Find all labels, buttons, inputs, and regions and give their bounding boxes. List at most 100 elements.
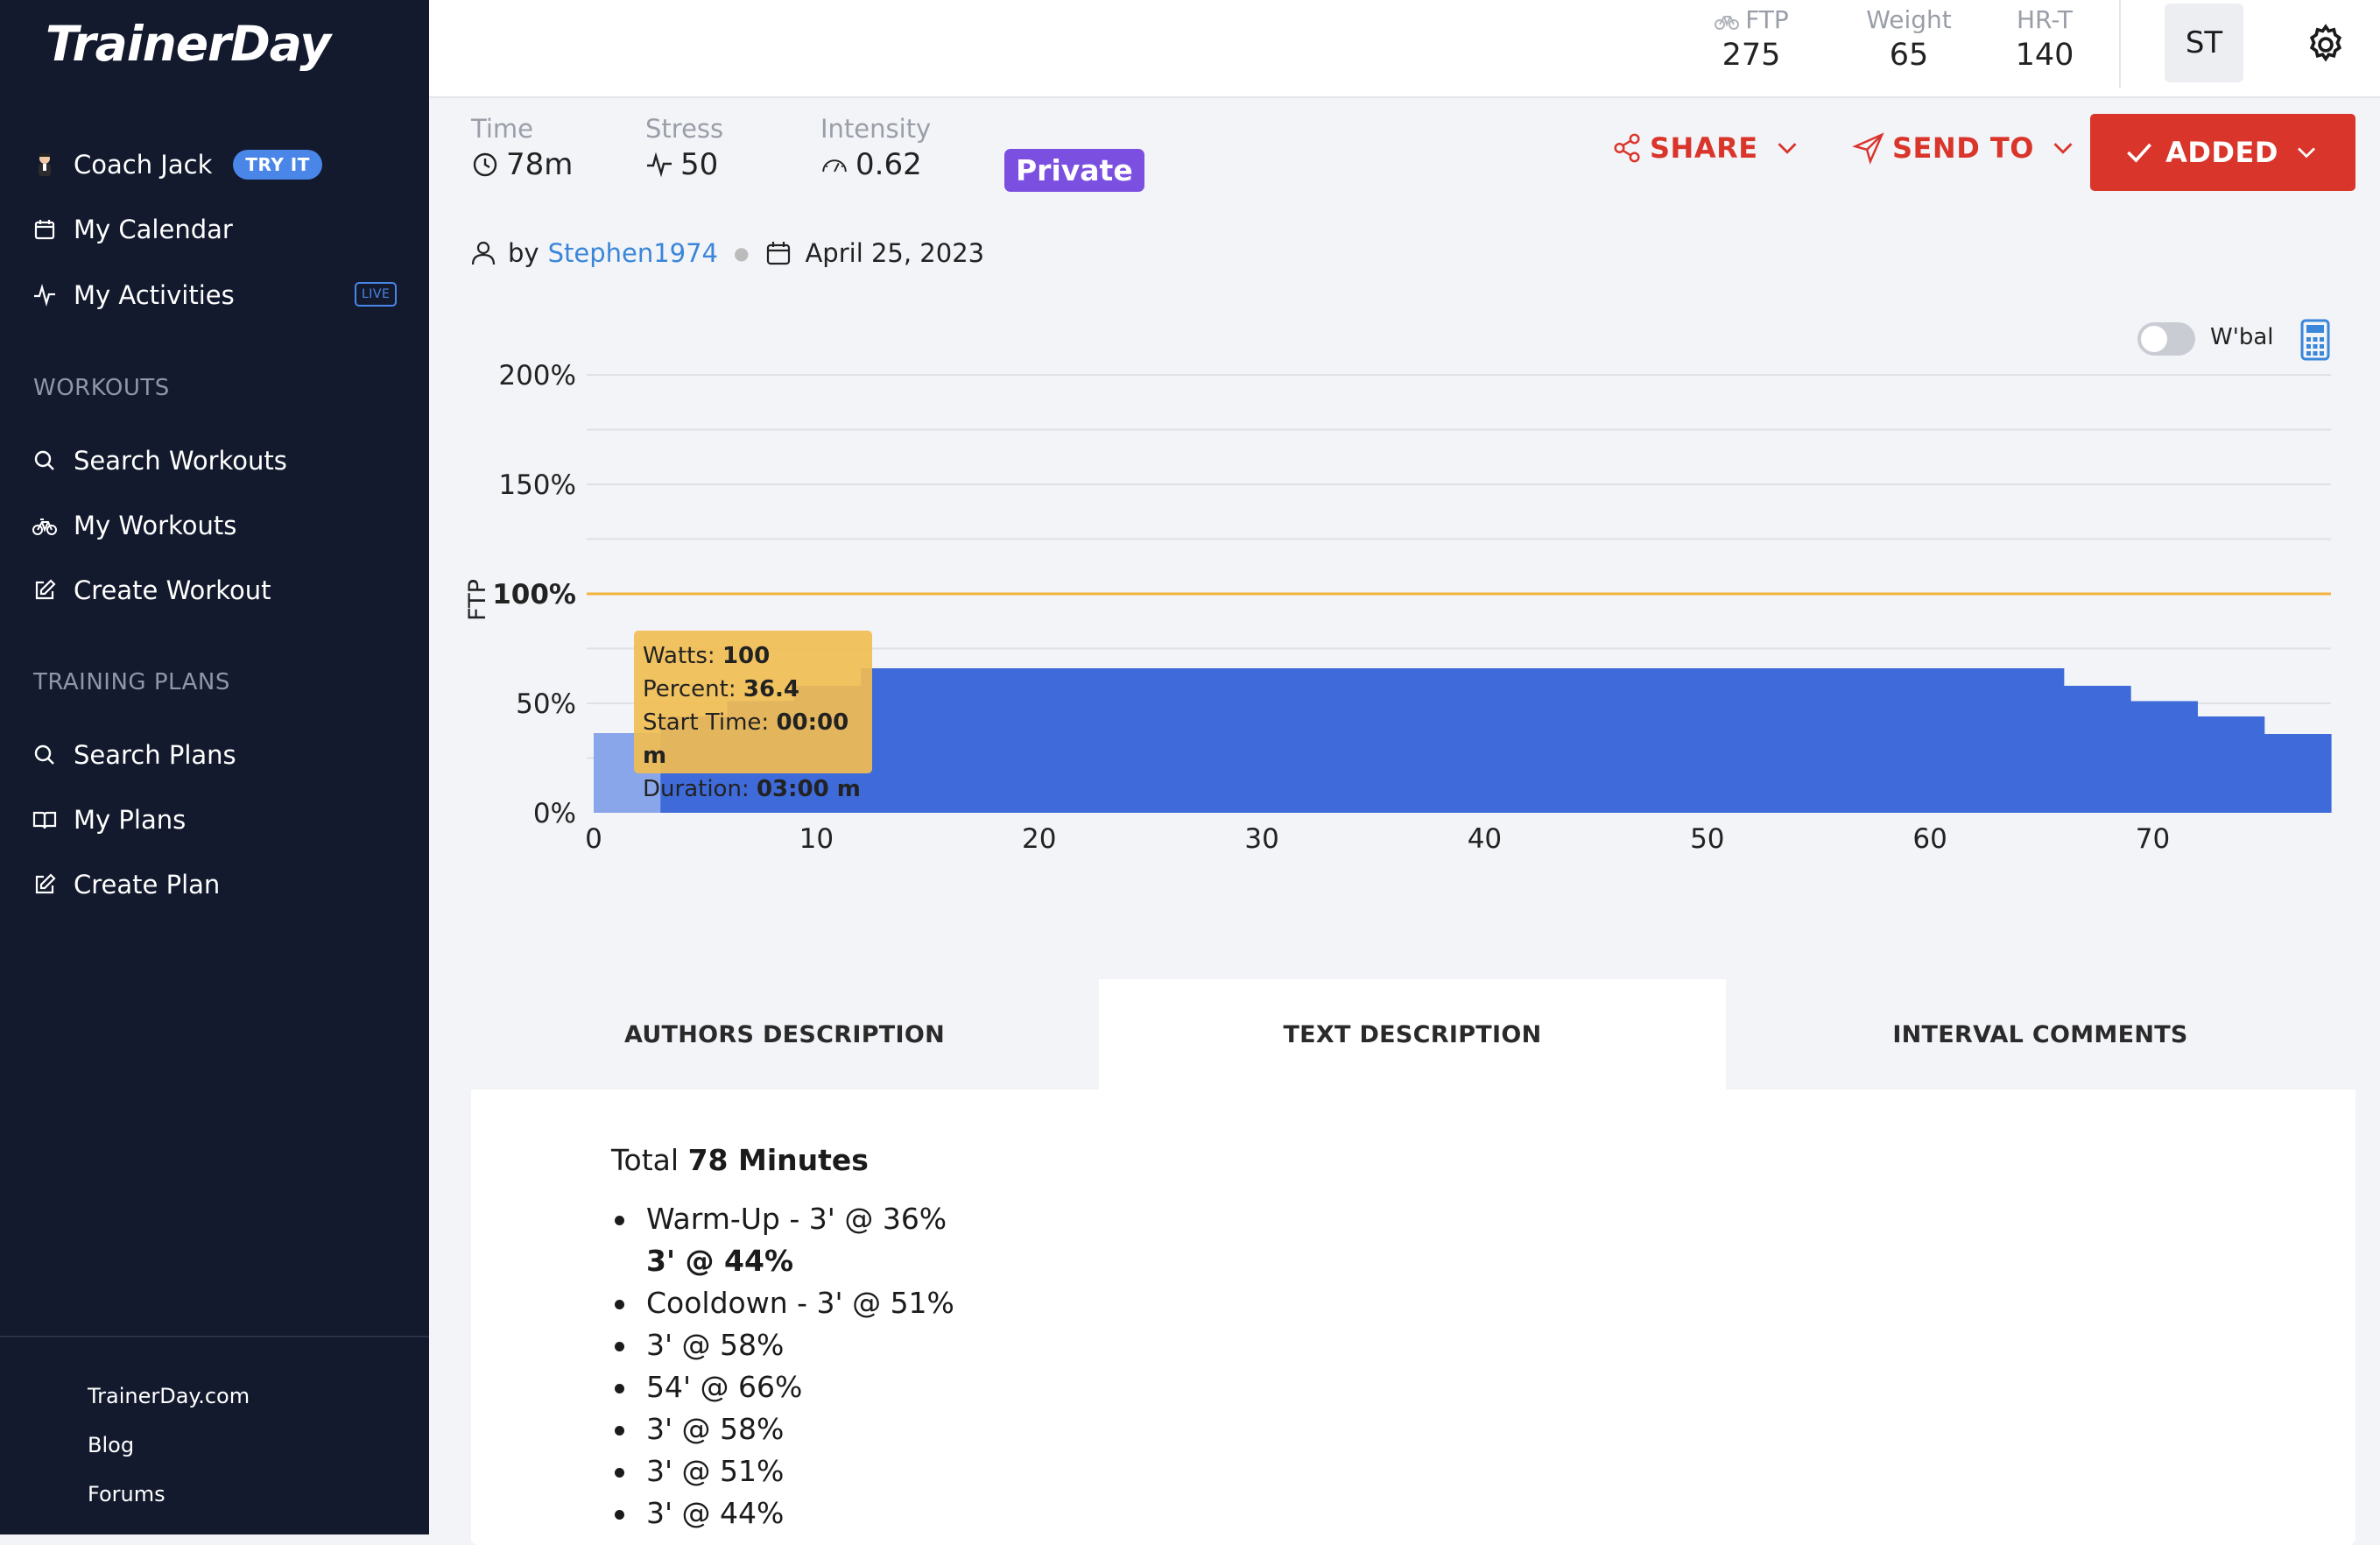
sidebar-item-search-plans[interactable]: Search Plans [32,734,236,776]
weight-value: 65 [1889,38,1929,73]
interval-list-item: 3' @ 58% [611,1324,954,1366]
tooltip-watts-value: 100 [722,643,771,669]
tooltip-duration-row: Duration: 03:00 m [643,772,863,806]
share-icon [1614,133,1640,163]
workout-date: April 25, 2023 [805,238,985,268]
bike-icon [32,519,57,535]
chevron-down-icon [1778,143,1797,154]
sidebar-item-label: Search Workouts [74,446,287,476]
footer-link-forums[interactable]: Forums [88,1482,165,1506]
weight-label: Weight [1866,5,1952,34]
interval-list-item: 54' @ 66% [611,1366,954,1408]
send-to-button[interactable]: SEND TO [1852,131,2080,165]
chart-tooltip: Watts: 100 Percent: 36.4 Start Time: 00:… [634,631,872,802]
intensity-label: Intensity [820,114,932,144]
tooltip-duration-label: Duration: [643,776,750,802]
search-icon [34,450,54,470]
x-tick-label: 20 [1022,823,1056,855]
x-tick-label: 30 [1244,823,1278,855]
user-icon [471,241,496,265]
gear-icon[interactable] [2303,22,2348,67]
chevron-down-icon [2053,143,2073,154]
x-tick-label: 40 [1468,823,1502,855]
sidebar-item-my-plans[interactable]: My Plans [32,799,186,841]
x-tick-label: 70 [2136,823,2170,855]
share-label: SHARE [1650,131,1758,165]
author-row: by Stephen1974 ● April 25, 2023 [469,238,984,268]
ftp-stat[interactable]: FTP 275 [1694,5,1808,73]
ftp-label: FTP [1745,5,1789,34]
interval-bar[interactable] [2130,701,2198,814]
stress-value-row: 50 [645,147,723,182]
sidebar-item-my-activities[interactable]: My Activities [32,274,235,316]
sidebar-item-search-workouts[interactable]: Search Workouts [32,440,287,482]
interval-list: Warm-Up - 3' @ 36% 3' @ 44% Cooldown - 3' … [611,1198,954,1534]
calendar-icon [34,220,55,240]
time-label: Time [471,114,533,144]
y-axis-title: FTP [464,579,491,621]
bike-icon [1715,15,1740,30]
gauge-icon [822,159,847,173]
interval-list-item: Cooldown - 3' @ 51% [611,1282,954,1324]
author-link[interactable]: Stephen1974 [548,238,718,268]
interval-list-item: 3' @ 58% [611,1408,954,1450]
interval-list-item: 3' @ 51% [611,1450,954,1492]
sidebar-item-create-plan[interactable]: Create Plan [32,864,220,906]
sidebar-item-my-calendar[interactable]: My Calendar [32,208,233,250]
intensity-meta: Intensity 0.62 [820,114,931,182]
pulse-icon [647,152,672,178]
footer-link-trainerday[interactable]: TrainerDay.com [88,1384,250,1408]
stress-value: 50 [680,147,719,182]
time-meta: Time 78m [471,114,573,182]
stress-label: Stress [645,114,724,144]
ftp-value: 275 [1722,38,1781,73]
added-button[interactable]: ADDED [2090,114,2355,191]
header-divider [2119,0,2121,88]
top-bar: FTP 275 Weight 65 HR-T 140 ST [429,0,2380,98]
search-icon [34,744,54,765]
tooltip-start-row: Start Time: 00:00 m [643,706,863,772]
coach-avatar-icon [39,153,51,176]
tooltip-duration-value: 03:00 m [756,776,861,802]
sidebar-item-coach-jack[interactable]: Coach Jack TRY IT [32,144,322,186]
live-badge: LIVE [355,282,398,307]
tab-interval-comments[interactable]: INTERVAL COMMENTS [1727,979,2354,1090]
app-logo[interactable]: TrainerDay [46,16,331,72]
hrt-stat[interactable]: HR-T 140 [1996,5,2093,73]
y-tick-label: 200% [498,360,576,392]
time-value-row: 78m [471,147,573,182]
section-title-workouts: WORKOUTS [33,375,170,401]
footer-link-blog[interactable]: Blog [88,1433,134,1457]
interval-bar[interactable] [2264,734,2332,813]
sidebar-item-label: My Workouts [74,511,237,540]
sidebar-item-label: My Calendar [74,215,233,244]
ftp-label-row: FTP [1694,5,1808,34]
chevron-down-icon [2297,147,2315,159]
book-icon [32,811,57,829]
author-prefix: by [508,238,539,268]
send-icon [1852,132,1884,165]
x-tick-label: 0 [585,823,602,855]
y-tick-label: 0% [533,798,576,829]
tooltip-percent-label: Percent: [643,676,736,702]
try-it-badge[interactable]: TRY IT [233,150,322,180]
x-tick-label: 60 [1912,823,1947,855]
total-value: 78 Minutes [687,1143,869,1177]
interval-bar[interactable] [2197,716,2265,813]
hrt-label: HR-T [2016,5,2073,34]
tab-text-description[interactable]: TEXT DESCRIPTION [1099,979,1726,1090]
weight-stat[interactable]: Weight 65 [1852,5,1966,73]
sidebar-item-create-workout[interactable]: Create Workout [32,569,271,611]
added-label: ADDED [2165,136,2278,169]
tooltip-watts-row: Watts: 100 [643,639,863,673]
sidebar-item-my-workouts[interactable]: My Workouts [32,504,236,547]
avatar[interactable]: ST [2165,4,2243,82]
total-prefix: Total [611,1143,679,1177]
interval-bar[interactable] [861,668,2065,813]
hrt-value: 140 [2015,38,2074,73]
share-button[interactable]: SHARE [1611,131,1804,165]
sidebar-item-label: Search Plans [74,740,236,770]
intensity-value-row: 0.62 [820,147,931,182]
interval-bar[interactable] [2063,686,2131,813]
tab-authors-description[interactable]: AUTHORS DESCRIPTION [471,979,1098,1090]
